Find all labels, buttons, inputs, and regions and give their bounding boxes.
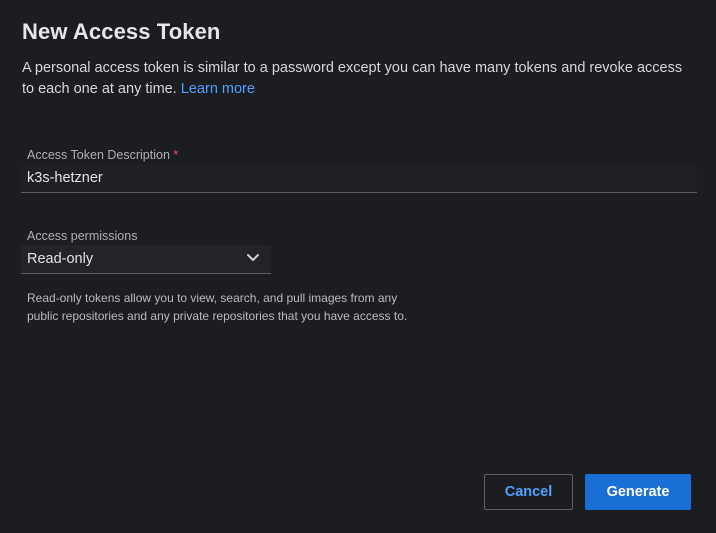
learn-more-link[interactable]: Learn more [181,81,255,97]
required-marker: * [173,148,179,162]
cancel-button[interactable]: Cancel [484,474,573,510]
dialog-title: New Access Token [22,19,221,44]
token-description-label-text: Access Token Description [27,148,170,162]
dialog-description: A personal access token is similar to a … [22,58,694,100]
token-description-input[interactable] [21,164,697,193]
permissions-help-text: Read-only tokens allow you to view, sear… [27,291,408,323]
chevron-down-icon [247,254,259,261]
generate-button[interactable]: Generate [585,474,691,510]
new-access-token-dialog: New Access Token A personal access token… [0,0,716,533]
access-permissions-value: Read-only [27,251,94,267]
access-permissions-label: Access permissions [27,229,138,243]
description-text: A personal access token is similar to a … [22,60,683,97]
access-permissions-select[interactable]: Read-only [21,245,271,274]
token-description-label: Access Token Description * [27,148,178,162]
